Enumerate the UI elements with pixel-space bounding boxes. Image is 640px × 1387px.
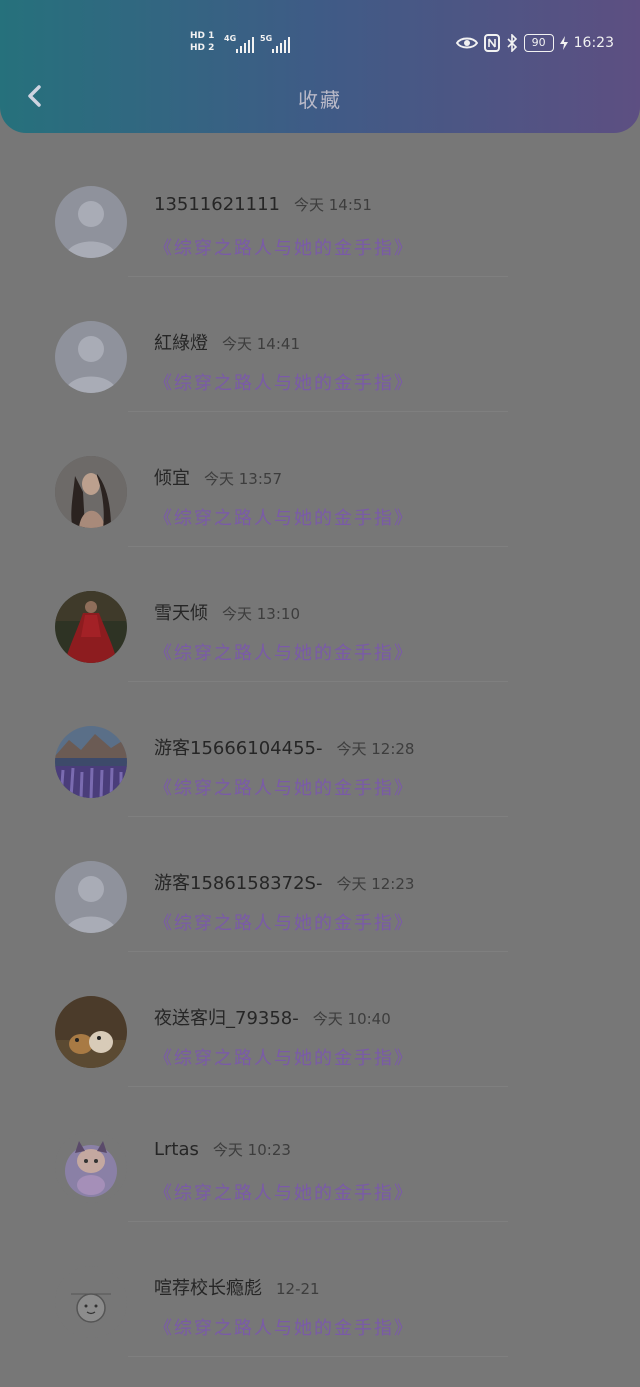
default-avatar-icon (55, 186, 127, 258)
divider (128, 951, 508, 952)
item-header: 紅綠燈 今天 14:41 (154, 329, 300, 355)
username: 倾宜 (154, 468, 190, 489)
username: 夜送客归_79358- (154, 1008, 299, 1029)
timestamp: 今天 13:10 (222, 605, 300, 623)
username: 雪天倾 (154, 603, 208, 624)
timestamp: 今天 10:23 (212, 1141, 291, 1159)
username: 游客1586158372S- (154, 873, 323, 894)
username: 喧荐校长瘾彪 (154, 1278, 262, 1299)
divider (128, 681, 508, 682)
item-header: 喧荐校长瘾彪 12-21 (154, 1274, 320, 1300)
timestamp: 今天 13:57 (204, 470, 282, 488)
user-photo-avatar (55, 726, 127, 798)
timestamp: 今天 12:28 (336, 740, 415, 758)
list-item[interactable]: 雪天倾 今天 13:10 《综穿之路人与她的金手指》 (0, 555, 640, 690)
book-title-link[interactable]: 《综穿之路人与她的金手指》 (154, 639, 414, 665)
eye-icon (455, 37, 478, 49)
list-item[interactable]: 喧荐校长瘾彪 12-21 《综穿之路人与她的金手指》 (0, 1230, 640, 1365)
list-item[interactable]: 紅綠燈 今天 14:41 《综穿之路人与她的金手指》 (0, 285, 640, 420)
user-sketch-avatar (55, 1266, 127, 1338)
default-avatar-icon (55, 321, 127, 393)
user-photo-avatar (55, 456, 127, 528)
favorites-list: 13511621111 今天 14:51 《综穿之路人与她的金手指》 紅綠燈 今… (0, 150, 640, 1365)
divider (128, 1356, 508, 1357)
item-header: 倾宜 今天 13:57 (154, 464, 282, 490)
book-title-link[interactable]: 《综穿之路人与她的金手指》 (154, 1314, 414, 1340)
timestamp: 今天 10:40 (312, 1010, 391, 1028)
timestamp: 12-21 (276, 1280, 320, 1298)
book-title-link[interactable]: 《综穿之路人与她的金手指》 (154, 1044, 414, 1070)
item-header: 13511621111 今天 14:51 (154, 194, 372, 215)
app-header: HD 1 HD 2 4G 5G 90 16:23 收藏 (0, 0, 640, 133)
book-title-link[interactable]: 《综穿之路人与她的金手指》 (154, 234, 414, 260)
list-item[interactable]: Lrtas 今天 10:23 《综穿之路人与她的金手指》 (0, 1095, 640, 1230)
username: Lrtas (154, 1139, 199, 1160)
nfc-icon (483, 34, 500, 52)
divider (128, 1221, 508, 1222)
status-bar: HD 1 HD 2 4G 5G 90 16:23 (188, 30, 614, 54)
username: 13511621111 (154, 194, 280, 215)
user-anime-avatar (55, 1131, 127, 1203)
book-title-link[interactable]: 《综穿之路人与她的金手指》 (154, 504, 414, 530)
divider (128, 411, 508, 412)
divider (128, 816, 508, 817)
clock: 16:23 (573, 35, 614, 51)
user-photo-avatar (55, 996, 127, 1068)
divider (128, 1086, 508, 1087)
timestamp: 今天 14:51 (293, 196, 372, 214)
hd1-badge: HD 1 (190, 31, 215, 41)
list-item[interactable]: 游客15666104455- 今天 12:28 《综穿之路人与她的金手指》 (0, 690, 640, 825)
list-item[interactable]: 夜送客归_79358- 今天 10:40 《综穿之路人与她的金手指》 (0, 960, 640, 1095)
list-item[interactable]: 游客1586158372S- 今天 12:23 《综穿之路人与她的金手指》 (0, 825, 640, 960)
item-header: 游客15666104455- 今天 12:28 (154, 734, 414, 760)
divider (128, 276, 508, 277)
list-item[interactable]: 倾宜 今天 13:57 《综穿之路人与她的金手指》 (0, 420, 640, 555)
book-title-link[interactable]: 《综穿之路人与她的金手指》 (154, 1179, 414, 1205)
item-header: 夜送客归_79358- 今天 10:40 (154, 1004, 391, 1030)
book-title-link[interactable]: 《综穿之路人与她的金手指》 (154, 909, 414, 935)
charging-icon (559, 36, 568, 50)
status-right: 90 16:23 (455, 34, 614, 52)
page-title: 收藏 (298, 88, 342, 112)
bluetooth-icon (507, 34, 517, 52)
username: 游客15666104455- (154, 738, 323, 759)
timestamp: 今天 12:23 (336, 875, 415, 893)
default-avatar-icon (55, 861, 127, 933)
item-header: 雪天倾 今天 13:10 (154, 599, 300, 625)
divider (128, 546, 508, 547)
timestamp: 今天 14:41 (222, 335, 300, 353)
hd-indicators: HD 1 HD 2 (188, 30, 216, 54)
username: 紅綠燈 (154, 333, 208, 354)
battery-indicator: 90 (523, 34, 554, 52)
book-title-link[interactable]: 《综穿之路人与她的金手指》 (154, 369, 414, 395)
list-item[interactable]: 13511621111 今天 14:51 《综穿之路人与她的金手指》 (0, 150, 640, 285)
user-photo-avatar (55, 591, 127, 663)
hd2-badge: HD 2 (190, 43, 215, 53)
book-title-link[interactable]: 《综穿之路人与她的金手指》 (154, 774, 414, 800)
item-header: Lrtas 今天 10:23 (154, 1139, 291, 1160)
item-header: 游客1586158372S- 今天 12:23 (154, 869, 414, 895)
